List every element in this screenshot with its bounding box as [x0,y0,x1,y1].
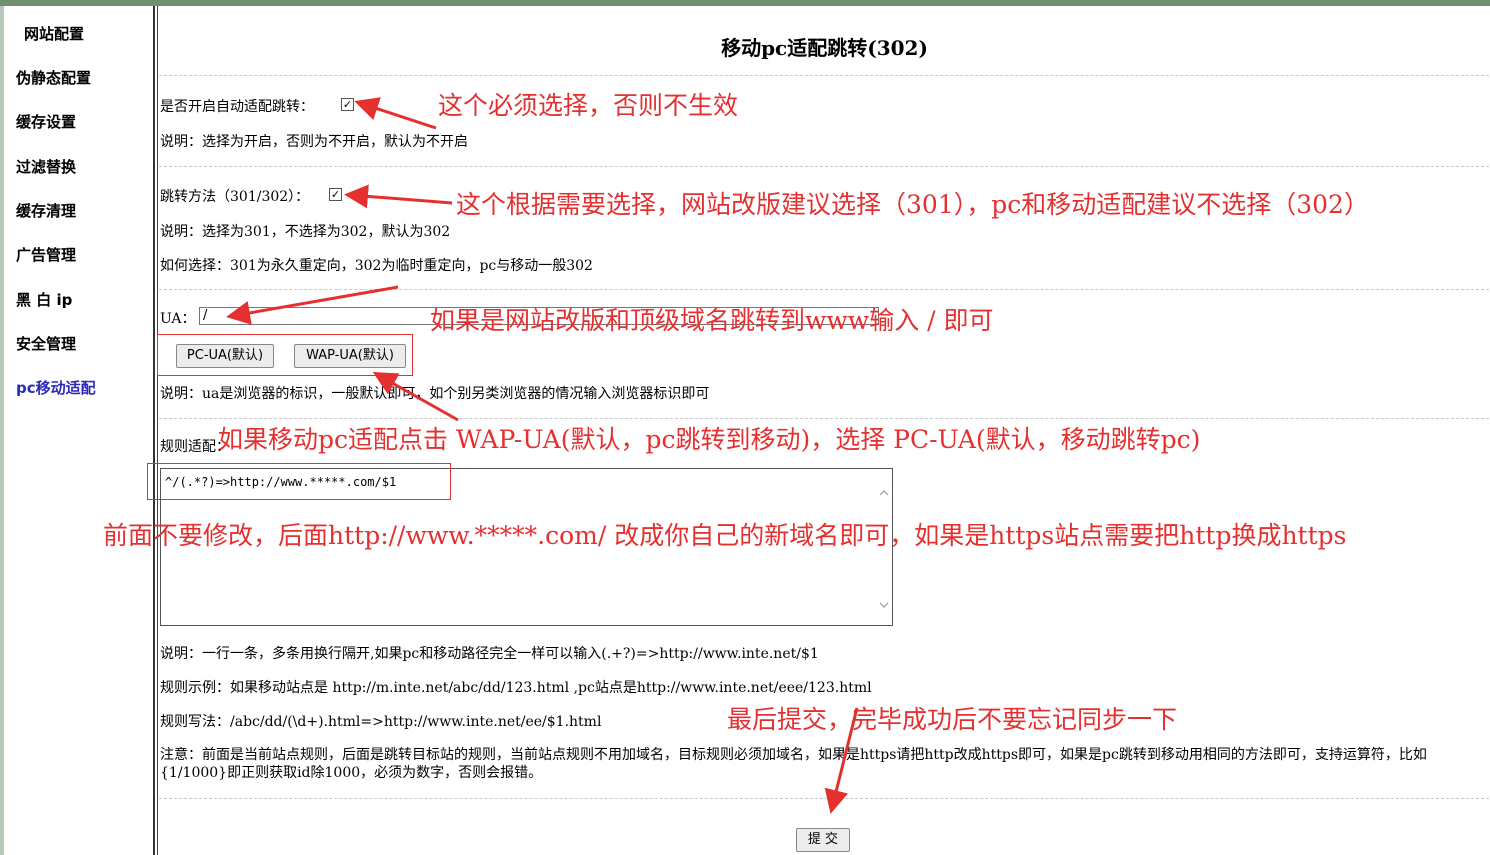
sidebar-item-cache-clean[interactable]: 缓存清理 [16,200,76,221]
method-desc: 说明：选择为301，不选择为302，默认为302 [160,224,451,240]
sidebar: 网站配置 伪静态配置 缓存设置 过滤替换 缓存清理 广告管理 黑 白 ip 安全… [0,6,155,855]
divider [159,798,1489,799]
sidebar-item-pc-mobile[interactable]: pc移动适配 [16,377,96,398]
annotation-method-choice: 这个根据需要选择，网站改版建议选择（301），pc和移动适配建议不选择（302） [456,190,1369,219]
notice-text: 注意：前面是当前站点规则，后面是跳转目标站的规则，当前站点规则不用加域名，目标规… [160,747,1427,781]
ua-buttons-highlight-box [157,334,413,376]
annotation-rules: 前面不要修改，后面http://www.*****.com/ 改成你自己的新域名… [103,521,1347,550]
divider [159,166,1489,167]
sidebar-item-security[interactable]: 安全管理 [16,333,76,354]
auto-redirect-label: 是否开启自动适配跳转： [160,99,314,115]
method-howto: 如何选择：301为永久重定向，302为临时重定向，pc与移动一般302 [160,258,593,274]
sidebar-item-filter-replace[interactable]: 过滤替换 [16,156,76,177]
sidebar-edge [0,6,4,855]
divider [159,75,1489,76]
sidebar-item-ad-management[interactable]: 广告管理 [16,244,76,265]
auto-redirect-checkbox[interactable]: ✓ [341,98,354,111]
annotation-ua-buttons: 如果移动pc适配点击 WAP-UA(默认，pc跳转到移动)，选择 PC-UA(默… [218,425,1201,454]
rules-example: 规则示例：如果移动站点是 http://m.inte.net/abc/dd/12… [160,680,872,696]
submit-button[interactable]: 提 交 [796,828,850,852]
annotation-ua-slash: 如果是网站改版和顶级域名跳转到www输入 / 即可 [430,306,994,335]
auto-redirect-desc: 说明：选择为开启，否则为不开启，默认为不开启 [160,134,468,150]
page-title: 移动pc适配跳转(302) [721,36,928,60]
sidebar-item-rewrite-config[interactable]: 伪静态配置 [16,67,91,88]
rules-syntax: 规则写法：/abc/dd/(\d+).html=>http://www.inte… [160,714,602,730]
method-checkbox[interactable]: ✓ [329,188,342,201]
divider [159,289,1489,290]
ua-desc: 说明：ua是浏览器的标识，一般默认即可，如个别另类浏览器的情况输入浏览器标识即可 [160,386,710,402]
ua-label: UA： [160,311,196,327]
divider [159,418,1489,419]
annotation-submit: 最后提交，完毕成功后不要忘记同步一下 [727,705,1178,734]
annotation-must-select: 这个必须选择，否则不生效 [438,91,739,120]
rules-desc: 说明：一行一条，多条用换行隔开,如果pc和移动路径完全一样可以输入(.+?)=>… [160,646,819,662]
rules-highlight-box [147,463,451,500]
method-label: 跳转方法（301/302）： [160,189,310,205]
sidebar-item-cache-settings[interactable]: 缓存设置 [16,111,76,132]
sidebar-item-site-config[interactable]: 网站配置 [24,23,84,44]
sidebar-item-ip-list[interactable]: 黑 白 ip [16,289,72,310]
